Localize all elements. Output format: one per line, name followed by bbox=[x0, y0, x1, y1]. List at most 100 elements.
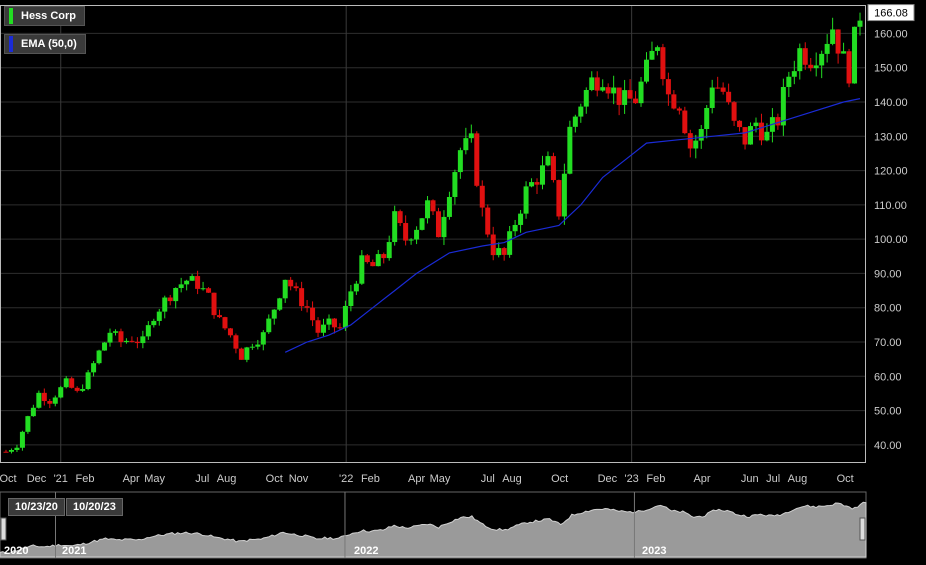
candle-body bbox=[819, 53, 825, 66]
candle-body bbox=[63, 378, 69, 388]
candle-body bbox=[857, 20, 863, 27]
candle-body bbox=[627, 90, 633, 99]
x-tick-label: '23 bbox=[624, 473, 638, 485]
candle-body bbox=[671, 94, 677, 109]
x-tick-label: Nov bbox=[289, 473, 309, 485]
candle-body bbox=[808, 64, 814, 69]
candle-body bbox=[518, 213, 524, 225]
candle-body bbox=[25, 416, 31, 432]
candle-body bbox=[249, 346, 255, 348]
navigator-year-label: 2020 bbox=[4, 545, 28, 557]
candle-body bbox=[74, 387, 80, 391]
candlestick-chart[interactable]: 40.00 50.00 60.00 70.00 80.00 90.00 100.00 110.… bbox=[0, 0, 926, 490]
candle-body bbox=[162, 297, 168, 312]
x-tick-label: Aug bbox=[502, 473, 522, 485]
y-tick-label: 50.00 bbox=[874, 406, 902, 418]
candle-body bbox=[342, 306, 348, 328]
y-tick-label: 40.00 bbox=[874, 440, 902, 452]
y-tick-label: 140.00 bbox=[874, 97, 908, 109]
candle-body bbox=[479, 185, 485, 208]
candle-body bbox=[737, 120, 743, 128]
y-tick-label: 80.00 bbox=[874, 303, 902, 315]
navigator-left-handle[interactable] bbox=[0, 517, 7, 541]
candle-body bbox=[605, 87, 611, 94]
candle-body bbox=[271, 309, 277, 319]
candle-body bbox=[682, 110, 688, 134]
candle-body bbox=[474, 133, 480, 186]
candle-body bbox=[583, 90, 589, 107]
x-tick-label: Dec bbox=[27, 473, 47, 485]
candle-body bbox=[8, 449, 14, 452]
candle-body bbox=[41, 392, 47, 402]
candle-body bbox=[315, 320, 321, 333]
candle-body bbox=[348, 291, 354, 307]
x-tick-label: Feb bbox=[361, 473, 380, 485]
candle-body bbox=[693, 140, 699, 149]
y-tick-label: 60.00 bbox=[874, 371, 902, 383]
x-tick-label: Jul bbox=[195, 473, 209, 485]
candle-body bbox=[321, 324, 327, 333]
candle-body bbox=[217, 315, 222, 318]
candle-body bbox=[85, 372, 91, 390]
candle-body bbox=[512, 224, 518, 232]
candle-body bbox=[523, 186, 529, 214]
candle-body bbox=[764, 131, 770, 141]
candle-body bbox=[813, 65, 819, 69]
candle-body bbox=[797, 48, 803, 72]
candle-body bbox=[353, 283, 359, 292]
x-tick-label: Oct bbox=[551, 473, 568, 485]
x-tick-label: Jul bbox=[481, 473, 495, 485]
x-tick-label: May bbox=[430, 473, 451, 485]
x-tick-label: Oct bbox=[837, 473, 854, 485]
y-tick-label: 110.00 bbox=[874, 200, 907, 212]
ema-legend[interactable]: EMA (50,0) bbox=[4, 34, 86, 54]
candle-body bbox=[80, 389, 86, 391]
candle-body bbox=[468, 133, 474, 139]
candle-body bbox=[704, 107, 710, 129]
candle-body bbox=[91, 363, 97, 373]
range-navigator[interactable]: 2020 2021 2022 2023 bbox=[0, 490, 926, 560]
candle-body bbox=[227, 328, 233, 336]
navigator-right-handle[interactable] bbox=[859, 517, 866, 541]
candle-body bbox=[173, 288, 179, 302]
candle-body bbox=[381, 254, 387, 259]
price-chart-area[interactable]: 40.00 50.00 60.00 70.00 80.00 90.00 100.00 110.… bbox=[0, 0, 926, 490]
symbol-legend[interactable]: Hess Corp bbox=[4, 6, 86, 26]
x-tick-label: Aug bbox=[217, 473, 237, 485]
candle-body bbox=[496, 248, 502, 256]
candle-body bbox=[299, 288, 305, 307]
x-tick-label: Jun bbox=[741, 473, 759, 485]
ema-legend-swatch bbox=[9, 36, 13, 52]
candle-body bbox=[824, 43, 830, 54]
candle-body bbox=[589, 77, 595, 91]
candle-body bbox=[775, 117, 781, 126]
candle-body bbox=[310, 307, 316, 321]
candle-body bbox=[780, 87, 786, 126]
navigator-chart[interactable]: 2020 2021 2022 2023 bbox=[0, 490, 926, 560]
x-tick-label: Apr bbox=[408, 473, 425, 485]
candle-body bbox=[102, 342, 108, 351]
candle-body bbox=[539, 165, 545, 185]
navigator-year-label: 2022 bbox=[354, 545, 378, 557]
candle-body bbox=[441, 216, 447, 238]
candle-body bbox=[19, 431, 25, 448]
candle-body bbox=[561, 173, 567, 217]
candle-body bbox=[638, 81, 644, 104]
candle-body bbox=[507, 231, 513, 255]
candle-body bbox=[386, 242, 392, 259]
y-tick-label: 150.00 bbox=[874, 63, 908, 75]
candle-body bbox=[266, 318, 272, 333]
y-tick-label: 70.00 bbox=[874, 337, 902, 349]
y-tick-label: 100.00 bbox=[874, 234, 908, 246]
x-tick-label: May bbox=[144, 473, 165, 485]
candle-body bbox=[36, 392, 42, 408]
candle-body bbox=[145, 325, 151, 337]
x-tick-label: Oct bbox=[266, 473, 283, 485]
candle-body bbox=[30, 407, 36, 417]
x-tick-label: Oct bbox=[0, 473, 17, 485]
candle-body bbox=[698, 128, 704, 141]
candle-body bbox=[47, 401, 53, 404]
candle-body bbox=[545, 156, 551, 166]
x-tick-label: '21 bbox=[54, 473, 68, 485]
candle-body bbox=[731, 102, 737, 121]
